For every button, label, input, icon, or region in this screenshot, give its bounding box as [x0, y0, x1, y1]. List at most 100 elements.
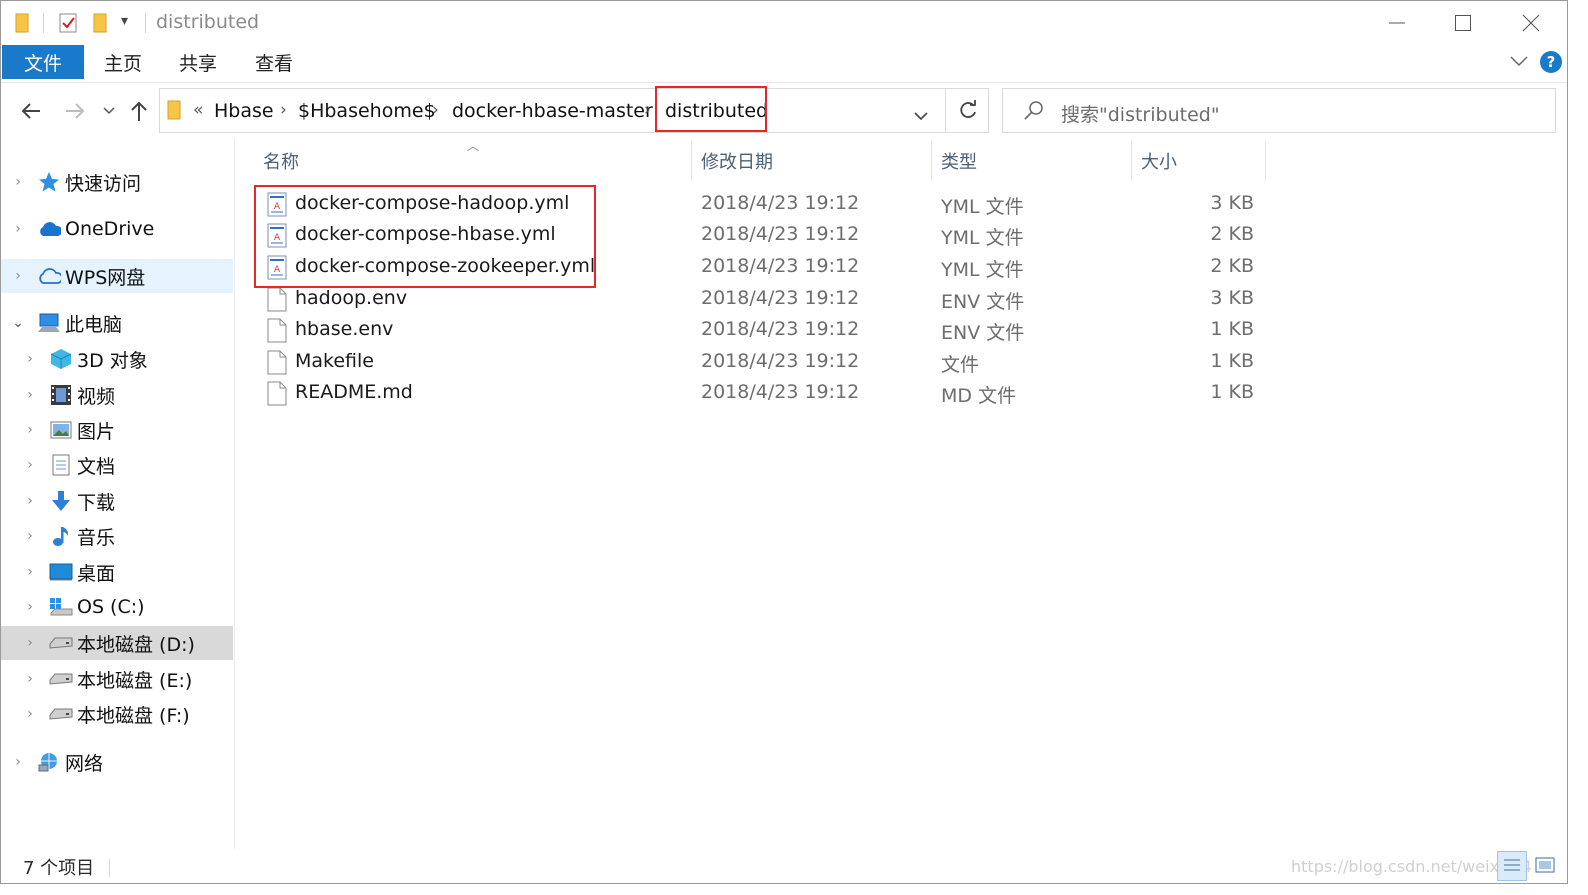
file-modified: 2018/4/23 19:12 — [701, 255, 860, 277]
tab-share[interactable]: 共享 — [168, 45, 228, 79]
sidebar-item-onedrive[interactable]: › OneDrive — [1, 212, 233, 246]
folder-icon — [15, 13, 29, 37]
close-button[interactable] — [1501, 5, 1561, 41]
properties-icon[interactable] — [59, 12, 79, 38]
drive-icon — [49, 667, 73, 691]
help-icon[interactable]: ? — [1539, 50, 1563, 78]
wps-cloud-icon — [37, 264, 61, 288]
chevron-down-icon — [914, 112, 928, 121]
explorer-window: ▾ distributed 文件 主页 共享 查看 ? « Hbase › $H… — [0, 0, 1568, 884]
title-bar: ▾ distributed — [1, 1, 1567, 45]
sidebar-item-wps-cloud[interactable]: › WPS网盘 — [1, 259, 233, 293]
sidebar-item-downloads[interactable]: › 下载 — [1, 484, 233, 518]
document-icon — [49, 453, 73, 477]
maximize-button[interactable] — [1433, 5, 1493, 41]
details-view-button[interactable] — [1497, 851, 1527, 881]
column-header-modified[interactable]: 修改日期 — [701, 141, 773, 181]
large-icons-view-button[interactable] — [1531, 851, 1561, 881]
tab-file[interactable]: 文件 — [2, 45, 84, 79]
customize-toolbar-icon[interactable]: ▾ — [121, 13, 128, 29]
sidebar-item-music[interactable]: › 音乐 — [1, 519, 233, 553]
cube-icon — [49, 347, 73, 371]
folder-icon — [167, 100, 181, 124]
file-row[interactable]: hadoop.env 2018/4/23 19:12 ENV 文件 3 KB — [259, 284, 1269, 315]
ribbon: 文件 主页 共享 查看 ? — [1, 45, 1567, 83]
download-icon — [49, 489, 73, 513]
overflow-crumbs-button[interactable]: « — [193, 100, 203, 120]
sidebar-item-pictures[interactable]: › 图片 — [1, 413, 233, 447]
recent-locations-button[interactable] — [99, 95, 119, 127]
file-size: 2 KB — [1210, 255, 1254, 277]
sidebar-item-drive-c[interactable]: › OS (C:) — [1, 590, 233, 624]
sidebar-item-network[interactable]: › 网络 — [1, 745, 233, 779]
drive-icon — [49, 631, 73, 655]
forward-button[interactable] — [59, 95, 91, 127]
address-field[interactable]: « Hbase › $Hbasehome$ › docker-hbase-mas… — [159, 88, 989, 133]
file-size: 1 KB — [1210, 318, 1254, 340]
file-type: ENV 文件 — [941, 291, 1025, 313]
cloud-icon — [37, 217, 61, 241]
sidebar-item-3d-objects[interactable]: › 3D 对象 — [1, 342, 233, 376]
computer-icon — [37, 311, 61, 335]
svg-text:?: ? — [1547, 53, 1556, 71]
tab-view[interactable]: 查看 — [244, 45, 304, 79]
network-icon — [37, 750, 61, 774]
chevron-right-icon[interactable]: › — [432, 100, 439, 120]
file-modified: 2018/4/23 19:12 — [701, 192, 860, 214]
file-row[interactable]: README.md 2018/4/23 19:12 MD 文件 1 KB — [259, 378, 1269, 409]
back-button[interactable] — [15, 95, 47, 127]
sort-ascending-icon: ︿ — [467, 139, 480, 153]
chevron-right-icon[interactable]: › — [644, 100, 651, 120]
sidebar-item-documents[interactable]: › 文档 — [1, 448, 233, 482]
sidebar-item-drive-f[interactable]: › 本地磁盘 (F:) — [1, 697, 233, 731]
breadcrumb-docker-hbase-master[interactable]: docker-hbase-master — [452, 100, 653, 122]
chevron-down-icon — [103, 107, 115, 115]
sidebar-item-drive-d[interactable]: › 本地磁盘 (D:) — [1, 626, 233, 660]
file-type: YML 文件 — [941, 196, 1024, 218]
sidebar-item-quick-access[interactable]: › 快速访问 — [1, 165, 233, 199]
tab-home[interactable]: 主页 — [93, 45, 153, 79]
window-title: distributed — [156, 11, 260, 33]
blank-file-icon — [267, 287, 287, 312]
blank-file-icon — [267, 318, 287, 343]
file-size: 3 KB — [1210, 192, 1254, 214]
column-header-type[interactable]: 类型 — [941, 141, 977, 181]
new-folder-icon[interactable] — [93, 13, 107, 37]
sidebar-item-desktop[interactable]: › 桌面 — [1, 555, 233, 589]
file-row[interactable]: hbase.env 2018/4/23 19:12 ENV 文件 1 KB — [259, 315, 1269, 346]
arrow-right-icon — [66, 103, 85, 119]
sidebar-item-drive-e[interactable]: › 本地磁盘 (E:) — [1, 662, 233, 696]
file-row[interactable]: Makefile 2018/4/23 19:12 文件 1 KB — [259, 347, 1269, 378]
file-type: 文件 — [941, 354, 980, 376]
desktop-icon — [49, 560, 73, 584]
highlight-annotation — [655, 86, 767, 132]
sidebar-item-videos[interactable]: › 视频 — [1, 378, 233, 412]
address-history-dropdown[interactable] — [914, 106, 928, 125]
up-button[interactable] — [125, 95, 153, 127]
search-field[interactable]: 搜索"distributed" — [1002, 88, 1556, 133]
file-type: MD 文件 — [941, 385, 1017, 407]
refresh-button[interactable] — [957, 100, 979, 126]
expand-ribbon-icon[interactable] — [1509, 53, 1529, 72]
picture-icon — [49, 418, 73, 442]
arrow-up-icon — [131, 101, 147, 121]
breadcrumb-hbasehome[interactable]: $Hbasehome$ — [298, 100, 436, 122]
film-icon — [49, 383, 73, 407]
minimize-button[interactable] — [1367, 5, 1427, 41]
column-header-size[interactable]: 大小 — [1141, 141, 1177, 181]
file-size: 1 KB — [1210, 381, 1254, 403]
file-name: README.md — [295, 381, 413, 403]
breadcrumb-hbase[interactable]: Hbase — [214, 100, 274, 122]
sidebar-item-this-pc[interactable]: ⌄ 此电脑 — [1, 306, 233, 340]
file-size: 1 KB — [1210, 350, 1254, 372]
watermark-text: https://blog.csdn.net/weixin_4 — [1291, 857, 1532, 876]
refresh-icon — [960, 100, 976, 118]
large-icons-view-icon — [1535, 857, 1555, 873]
status-item-count: 7 个项目 — [23, 858, 95, 879]
column-header-name[interactable]: 名称 — [263, 141, 299, 181]
blank-file-icon — [267, 350, 287, 375]
file-modified: 2018/4/23 19:12 — [701, 223, 860, 245]
file-name: hbase.env — [295, 318, 394, 340]
file-type: YML 文件 — [941, 227, 1024, 249]
chevron-right-icon[interactable]: › — [280, 100, 287, 120]
